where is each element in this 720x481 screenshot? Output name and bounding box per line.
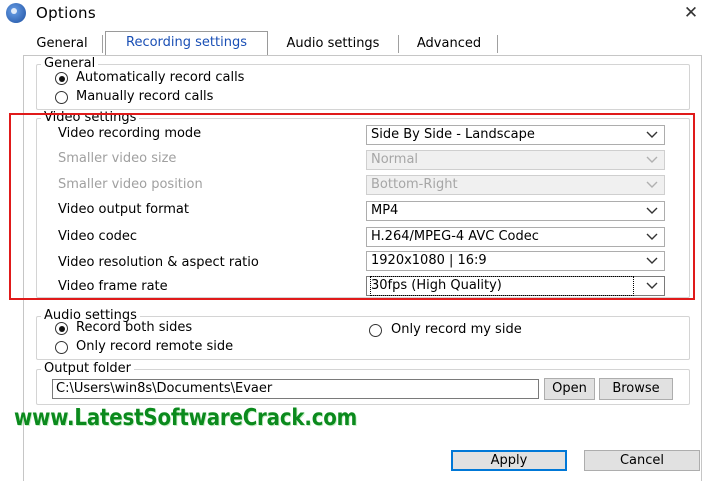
cancel-button[interactable]: Cancel — [584, 450, 700, 471]
app-icon — [6, 3, 26, 23]
output-folder-input[interactable]: C:\Users\win8s\Documents\Evaer — [52, 379, 539, 399]
watermark-text: www.LatestSoftwareCrack.com — [14, 405, 358, 431]
browse-button[interactable]: Browse — [599, 378, 673, 400]
auto-record-label[interactable]: Automatically record calls — [76, 70, 244, 85]
open-button[interactable]: Open — [544, 378, 595, 400]
title-bar: Options ✕ — [0, 0, 720, 26]
tab-separator — [102, 35, 103, 53]
only-remote-side-radio[interactable] — [55, 341, 68, 354]
tab-general[interactable]: General — [30, 33, 94, 54]
output-folder-title: Output folder — [41, 361, 135, 376]
tab-recording-settings[interactable]: Recording settings — [105, 31, 268, 56]
close-icon[interactable]: ✕ — [680, 2, 702, 24]
tab-audio-settings[interactable]: Audio settings — [276, 33, 390, 54]
general-group-title: General — [41, 56, 99, 71]
manual-record-label[interactable]: Manually record calls — [76, 89, 213, 104]
record-both-sides-label[interactable]: Record both sides — [76, 320, 192, 335]
manual-record-radio[interactable] — [55, 91, 68, 104]
auto-record-radio[interactable] — [55, 72, 68, 85]
only-remote-side-label[interactable]: Only record remote side — [76, 339, 233, 354]
tab-separator — [398, 35, 399, 53]
apply-button[interactable]: Apply — [451, 450, 567, 471]
window-title: Options — [36, 4, 96, 22]
only-my-side-radio[interactable] — [369, 324, 382, 337]
record-both-sides-radio[interactable] — [55, 322, 68, 335]
only-my-side-label[interactable]: Only record my side — [391, 322, 522, 337]
tab-separator — [497, 35, 498, 53]
highlight-box — [9, 113, 695, 300]
tab-advanced[interactable]: Advanced — [408, 33, 490, 54]
